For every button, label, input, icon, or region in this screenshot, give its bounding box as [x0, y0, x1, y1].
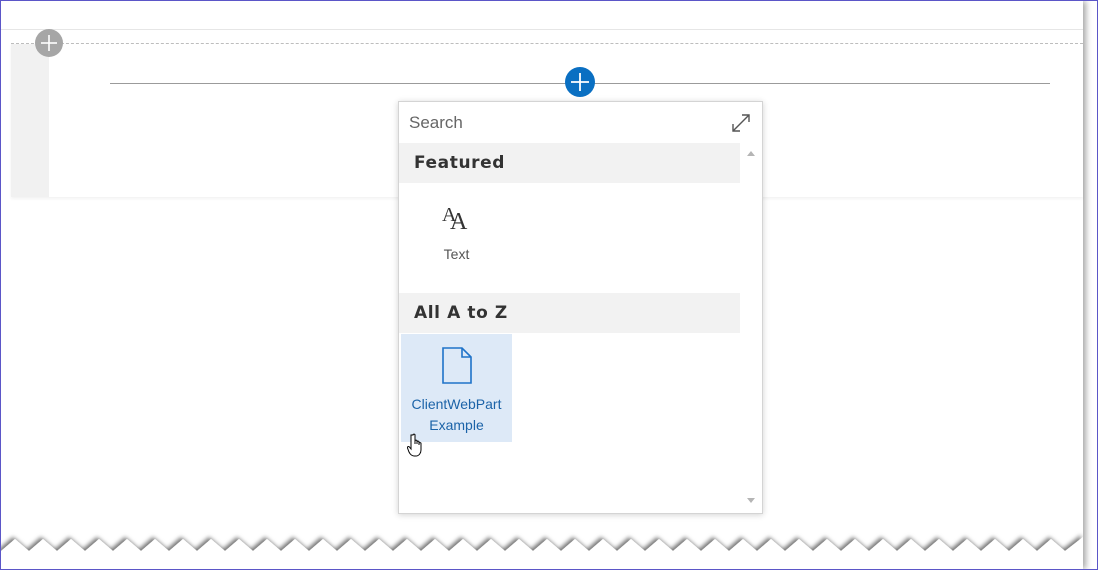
toolbox-search-input[interactable] — [399, 102, 719, 143]
page-header-strip — [1, 1, 1083, 30]
webpart-tile-text[interactable]: A A Text — [401, 184, 512, 292]
add-section-button[interactable] — [35, 29, 63, 57]
add-webpart-button[interactable] — [565, 67, 595, 97]
group-header-featured: Featured — [399, 143, 740, 183]
page-canvas: Featured A A Text All A to Z Client — [1, 1, 1083, 569]
webpart-tile-clientwebpart-example[interactable]: ClientWebPart Example — [401, 334, 512, 442]
scroll-down-arrow-icon[interactable] — [747, 498, 755, 503]
screenshot-frame: Featured A A Text All A to Z Client — [0, 0, 1098, 570]
section-toolbar-rail — [11, 44, 49, 197]
toolbox-scrollbar[interactable] — [740, 143, 762, 513]
scroll-up-arrow-icon[interactable] — [747, 151, 755, 156]
plus-icon — [41, 35, 57, 51]
group-header-all-a-to-z: All A to Z — [399, 293, 740, 333]
toolbox-search-row — [399, 102, 762, 144]
hand-cursor-icon — [407, 433, 422, 457]
plus-icon — [571, 73, 589, 91]
torn-paper-edge — [1, 537, 1083, 569]
expand-icon[interactable] — [729, 111, 753, 135]
tile-label: Text — [443, 246, 470, 262]
svg-text:A: A — [450, 209, 468, 235]
tile-label: ClientWebPart Example — [411, 396, 502, 433]
document-icon — [442, 347, 472, 384]
text-icon: A A — [442, 204, 468, 235]
toolbox-list: Featured A A Text All A to Z ClientWebPa… — [399, 143, 740, 513]
webpart-toolbox: Featured A A Text All A to Z Client — [398, 101, 763, 514]
